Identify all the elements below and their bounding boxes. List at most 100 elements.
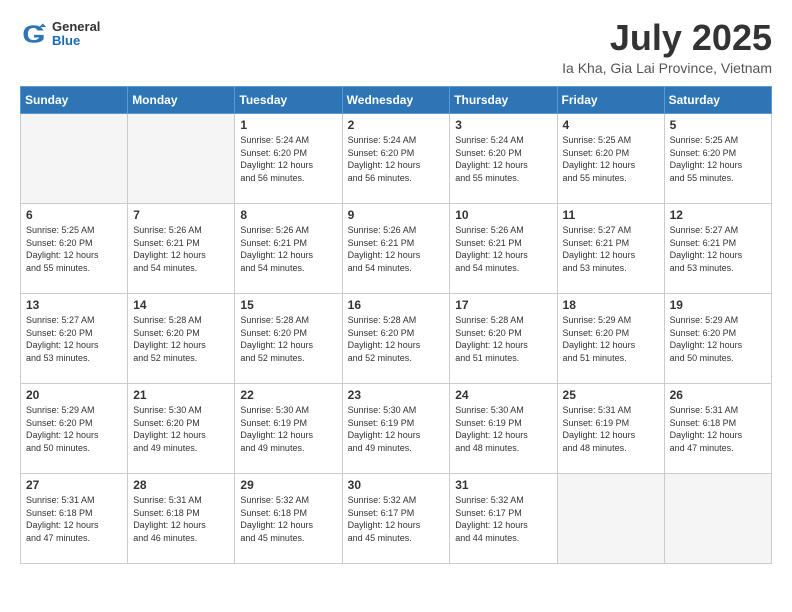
calendar-cell: 7 Sunrise: 5:26 AM Sunset: 6:21 PM Daylig…: [128, 204, 235, 294]
day-info: Sunrise: 5:30 AM Sunset: 6:20 PM Dayligh…: [133, 404, 229, 454]
day-number: 26: [670, 388, 766, 402]
calendar-cell: 19 Sunrise: 5:29 AM Sunset: 6:20 PM Dayli…: [664, 294, 771, 384]
calendar-cell: 4 Sunrise: 5:25 AM Sunset: 6:20 PM Daylig…: [557, 114, 664, 204]
page-header: General Blue July 2025 Ia Kha, Gia Lai P…: [20, 20, 772, 76]
day-info: Sunrise: 5:26 AM Sunset: 6:21 PM Dayligh…: [240, 224, 336, 274]
day-number: 19: [670, 298, 766, 312]
day-info: Sunrise: 5:28 AM Sunset: 6:20 PM Dayligh…: [348, 314, 445, 364]
weekday-header-monday: Monday: [128, 87, 235, 114]
day-info: Sunrise: 5:32 AM Sunset: 6:17 PM Dayligh…: [455, 494, 551, 544]
day-number: 7: [133, 208, 229, 222]
weekday-header-tuesday: Tuesday: [235, 87, 342, 114]
day-info: Sunrise: 5:25 AM Sunset: 6:20 PM Dayligh…: [563, 134, 659, 184]
day-info: Sunrise: 5:30 AM Sunset: 6:19 PM Dayligh…: [348, 404, 445, 454]
calendar-cell: 17Sunrise: 5:28 AM Sunset: 6:20 PM Dayli…: [450, 294, 557, 384]
day-info: Sunrise: 5:28 AM Sunset: 6:20 PM Dayligh…: [455, 314, 551, 364]
day-number: 1: [240, 118, 336, 132]
calendar-cell: [21, 114, 128, 204]
day-info: Sunrise: 5:25 AM Sunset: 6:20 PM Dayligh…: [670, 134, 766, 184]
calendar-cell: 26 Sunrise: 5:31 AM Sunset: 6:18 PM Dayli…: [664, 384, 771, 474]
day-number: 5: [670, 118, 766, 132]
calendar-cell: 15 Sunrise: 5:28 AM Sunset: 6:20 PM Dayli…: [235, 294, 342, 384]
day-number: 20: [26, 388, 122, 402]
day-info: Sunrise: 5:26 AM Sunset: 6:21 PM Dayligh…: [348, 224, 445, 274]
calendar-week-1: 1 Sunrise: 5:24 AM Sunset: 6:20 PM Daylig…: [21, 114, 772, 204]
day-number: 25: [563, 388, 659, 402]
calendar-cell: 13Sunrise: 5:27 AM Sunset: 6:20 PM Dayli…: [21, 294, 128, 384]
logo-icon: [20, 20, 48, 48]
calendar-week-4: 20 Sunrise: 5:29 AM Sunset: 6:20 PM Dayli…: [21, 384, 772, 474]
day-number: 4: [563, 118, 659, 132]
calendar-cell: 18Sunrise: 5:29 AM Sunset: 6:20 PM Dayli…: [557, 294, 664, 384]
calendar-table: SundayMondayTuesdayWednesdayThursdayFrid…: [20, 86, 772, 564]
day-number: 28: [133, 478, 229, 492]
calendar-cell: 27Sunrise: 5:31 AM Sunset: 6:18 PM Dayli…: [21, 474, 128, 564]
calendar-cell: 8 Sunrise: 5:26 AM Sunset: 6:21 PM Daylig…: [235, 204, 342, 294]
day-info: Sunrise: 5:27 AM Sunset: 6:21 PM Dayligh…: [670, 224, 766, 274]
day-info: Sunrise: 5:31 AM Sunset: 6:19 PM Dayligh…: [563, 404, 659, 454]
day-number: 13: [26, 298, 122, 312]
calendar-cell: 25 Sunrise: 5:31 AM Sunset: 6:19 PM Dayli…: [557, 384, 664, 474]
calendar-cell: 6Sunrise: 5:25 AM Sunset: 6:20 PM Daylig…: [21, 204, 128, 294]
day-number: 30: [348, 478, 445, 492]
day-info: Sunrise: 5:28 AM Sunset: 6:20 PM Dayligh…: [240, 314, 336, 364]
day-info: Sunrise: 5:24 AM Sunset: 6:20 PM Dayligh…: [240, 134, 336, 184]
day-info: Sunrise: 5:29 AM Sunset: 6:20 PM Dayligh…: [26, 404, 122, 454]
title-block: July 2025 Ia Kha, Gia Lai Province, Viet…: [562, 20, 772, 76]
calendar-cell: 10Sunrise: 5:26 AM Sunset: 6:21 PM Dayli…: [450, 204, 557, 294]
day-number: 8: [240, 208, 336, 222]
day-number: 22: [240, 388, 336, 402]
day-info: Sunrise: 5:26 AM Sunset: 6:21 PM Dayligh…: [133, 224, 229, 274]
day-info: Sunrise: 5:25 AM Sunset: 6:20 PM Dayligh…: [26, 224, 122, 274]
logo-blue: Blue: [52, 34, 100, 48]
day-number: 24: [455, 388, 551, 402]
day-number: 23: [348, 388, 445, 402]
weekday-header-friday: Friday: [557, 87, 664, 114]
day-number: 9: [348, 208, 445, 222]
location: Ia Kha, Gia Lai Province, Vietnam: [562, 60, 772, 76]
calendar-week-3: 13Sunrise: 5:27 AM Sunset: 6:20 PM Dayli…: [21, 294, 772, 384]
weekday-header-row: SundayMondayTuesdayWednesdayThursdayFrid…: [21, 87, 772, 114]
calendar-cell: 21 Sunrise: 5:30 AM Sunset: 6:20 PM Dayli…: [128, 384, 235, 474]
calendar-week-5: 27Sunrise: 5:31 AM Sunset: 6:18 PM Dayli…: [21, 474, 772, 564]
day-info: Sunrise: 5:28 AM Sunset: 6:20 PM Dayligh…: [133, 314, 229, 364]
calendar-cell: [664, 474, 771, 564]
day-info: Sunrise: 5:32 AM Sunset: 6:17 PM Dayligh…: [348, 494, 445, 544]
day-number: 12: [670, 208, 766, 222]
calendar-cell: 23 Sunrise: 5:30 AM Sunset: 6:19 PM Dayli…: [342, 384, 450, 474]
calendar-cell: 14Sunrise: 5:28 AM Sunset: 6:20 PM Dayli…: [128, 294, 235, 384]
day-info: Sunrise: 5:29 AM Sunset: 6:20 PM Dayligh…: [670, 314, 766, 364]
calendar-cell: 22 Sunrise: 5:30 AM Sunset: 6:19 PM Dayli…: [235, 384, 342, 474]
day-info: Sunrise: 5:32 AM Sunset: 6:18 PM Dayligh…: [240, 494, 336, 544]
day-info: Sunrise: 5:24 AM Sunset: 6:20 PM Dayligh…: [348, 134, 445, 184]
day-info: Sunrise: 5:30 AM Sunset: 6:19 PM Dayligh…: [455, 404, 551, 454]
day-number: 29: [240, 478, 336, 492]
day-number: 16: [348, 298, 445, 312]
day-info: Sunrise: 5:24 AM Sunset: 6:20 PM Dayligh…: [455, 134, 551, 184]
calendar-week-2: 6Sunrise: 5:25 AM Sunset: 6:20 PM Daylig…: [21, 204, 772, 294]
day-number: 15: [240, 298, 336, 312]
day-info: Sunrise: 5:30 AM Sunset: 6:19 PM Dayligh…: [240, 404, 336, 454]
calendar-cell: [128, 114, 235, 204]
weekday-header-thursday: Thursday: [450, 87, 557, 114]
calendar-cell: 9 Sunrise: 5:26 AM Sunset: 6:21 PM Daylig…: [342, 204, 450, 294]
logo-text: General Blue: [52, 20, 100, 49]
calendar-cell: 24 Sunrise: 5:30 AM Sunset: 6:19 PM Dayli…: [450, 384, 557, 474]
calendar-cell: 28Sunrise: 5:31 AM Sunset: 6:18 PM Dayli…: [128, 474, 235, 564]
calendar-cell: 11Sunrise: 5:27 AM Sunset: 6:21 PM Dayli…: [557, 204, 664, 294]
calendar-cell: 20 Sunrise: 5:29 AM Sunset: 6:20 PM Dayli…: [21, 384, 128, 474]
weekday-header-saturday: Saturday: [664, 87, 771, 114]
day-info: Sunrise: 5:26 AM Sunset: 6:21 PM Dayligh…: [455, 224, 551, 274]
day-number: 3: [455, 118, 551, 132]
day-info: Sunrise: 5:29 AM Sunset: 6:20 PM Dayligh…: [563, 314, 659, 364]
day-info: Sunrise: 5:31 AM Sunset: 6:18 PM Dayligh…: [670, 404, 766, 454]
calendar-cell: 31Sunrise: 5:32 AM Sunset: 6:17 PM Dayli…: [450, 474, 557, 564]
weekday-header-wednesday: Wednesday: [342, 87, 450, 114]
day-number: 21: [133, 388, 229, 402]
month-title: July 2025: [562, 20, 772, 56]
logo-general: General: [52, 20, 100, 34]
day-number: 2: [348, 118, 445, 132]
calendar-cell: 5 Sunrise: 5:25 AM Sunset: 6:20 PM Daylig…: [664, 114, 771, 204]
calendar-cell: [557, 474, 664, 564]
day-info: Sunrise: 5:31 AM Sunset: 6:18 PM Dayligh…: [26, 494, 122, 544]
